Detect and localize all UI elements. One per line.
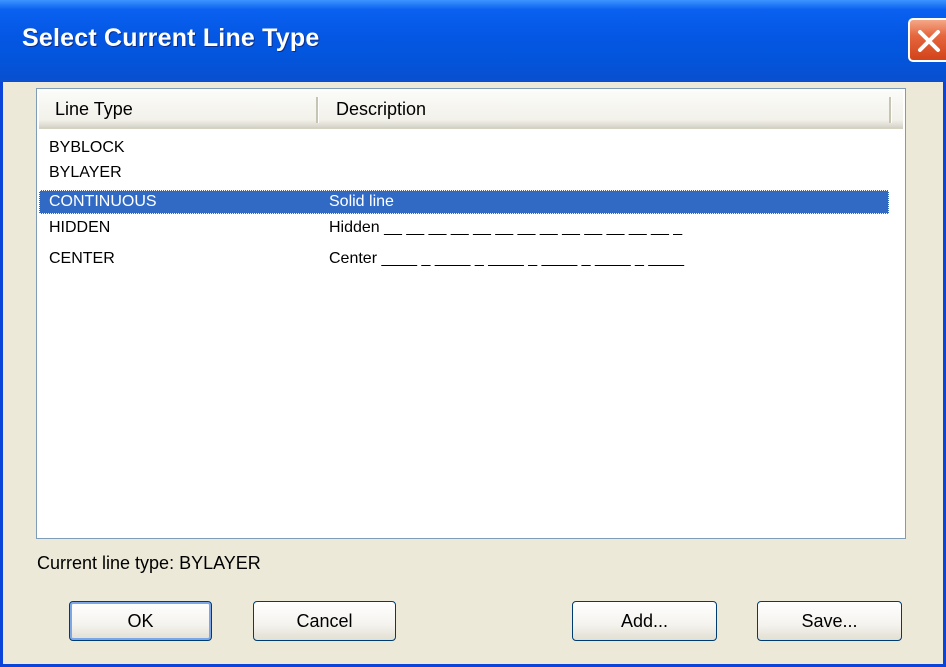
add-button[interactable]: Add... [572, 601, 717, 641]
close-button[interactable] [908, 18, 946, 62]
line-type-description: Solid line [329, 193, 394, 210]
cancel-button[interactable]: Cancel [253, 601, 396, 641]
list-item[interactable]: CENTER Center ____ _ ____ _ ____ _ ____ … [39, 247, 889, 271]
line-type-name: CONTINUOUS [49, 193, 157, 210]
line-type-description: Center ____ _ ____ _ ____ _ ____ _ ____ … [329, 250, 684, 267]
title-bar[interactable]: Select Current Line Type [0, 0, 946, 82]
current-line-type-label: Current line type: BYLAYER [37, 553, 261, 573]
list-header: Line Type Description [39, 91, 903, 129]
save-button[interactable]: Save... [757, 601, 902, 641]
line-type-description: Hidden __ __ __ __ __ __ __ __ __ __ __ … [329, 219, 683, 236]
line-type-list[interactable]: Line Type Description BYBLOCK BYLAYER CO… [36, 88, 906, 539]
list-item[interactable]: BYLAYER [39, 161, 889, 185]
column-header-description[interactable]: Description [316, 91, 889, 127]
close-icon [918, 30, 940, 52]
line-type-name: HIDDEN [49, 219, 111, 236]
line-type-name: BYLAYER [49, 164, 122, 181]
column-header-line-type[interactable]: Line Type [39, 91, 316, 127]
list-item[interactable]: HIDDEN Hidden __ __ __ __ __ __ __ __ __… [39, 216, 889, 240]
list-item-selected[interactable]: CONTINUOUS Solid line [39, 190, 889, 214]
column-divider[interactable] [889, 97, 892, 123]
window-title: Select Current Line Type [22, 24, 320, 52]
line-type-name: CENTER [49, 250, 115, 267]
line-type-name: BYBLOCK [49, 139, 125, 156]
ok-button[interactable]: OK [69, 601, 212, 641]
list-item[interactable]: BYBLOCK [39, 136, 889, 160]
